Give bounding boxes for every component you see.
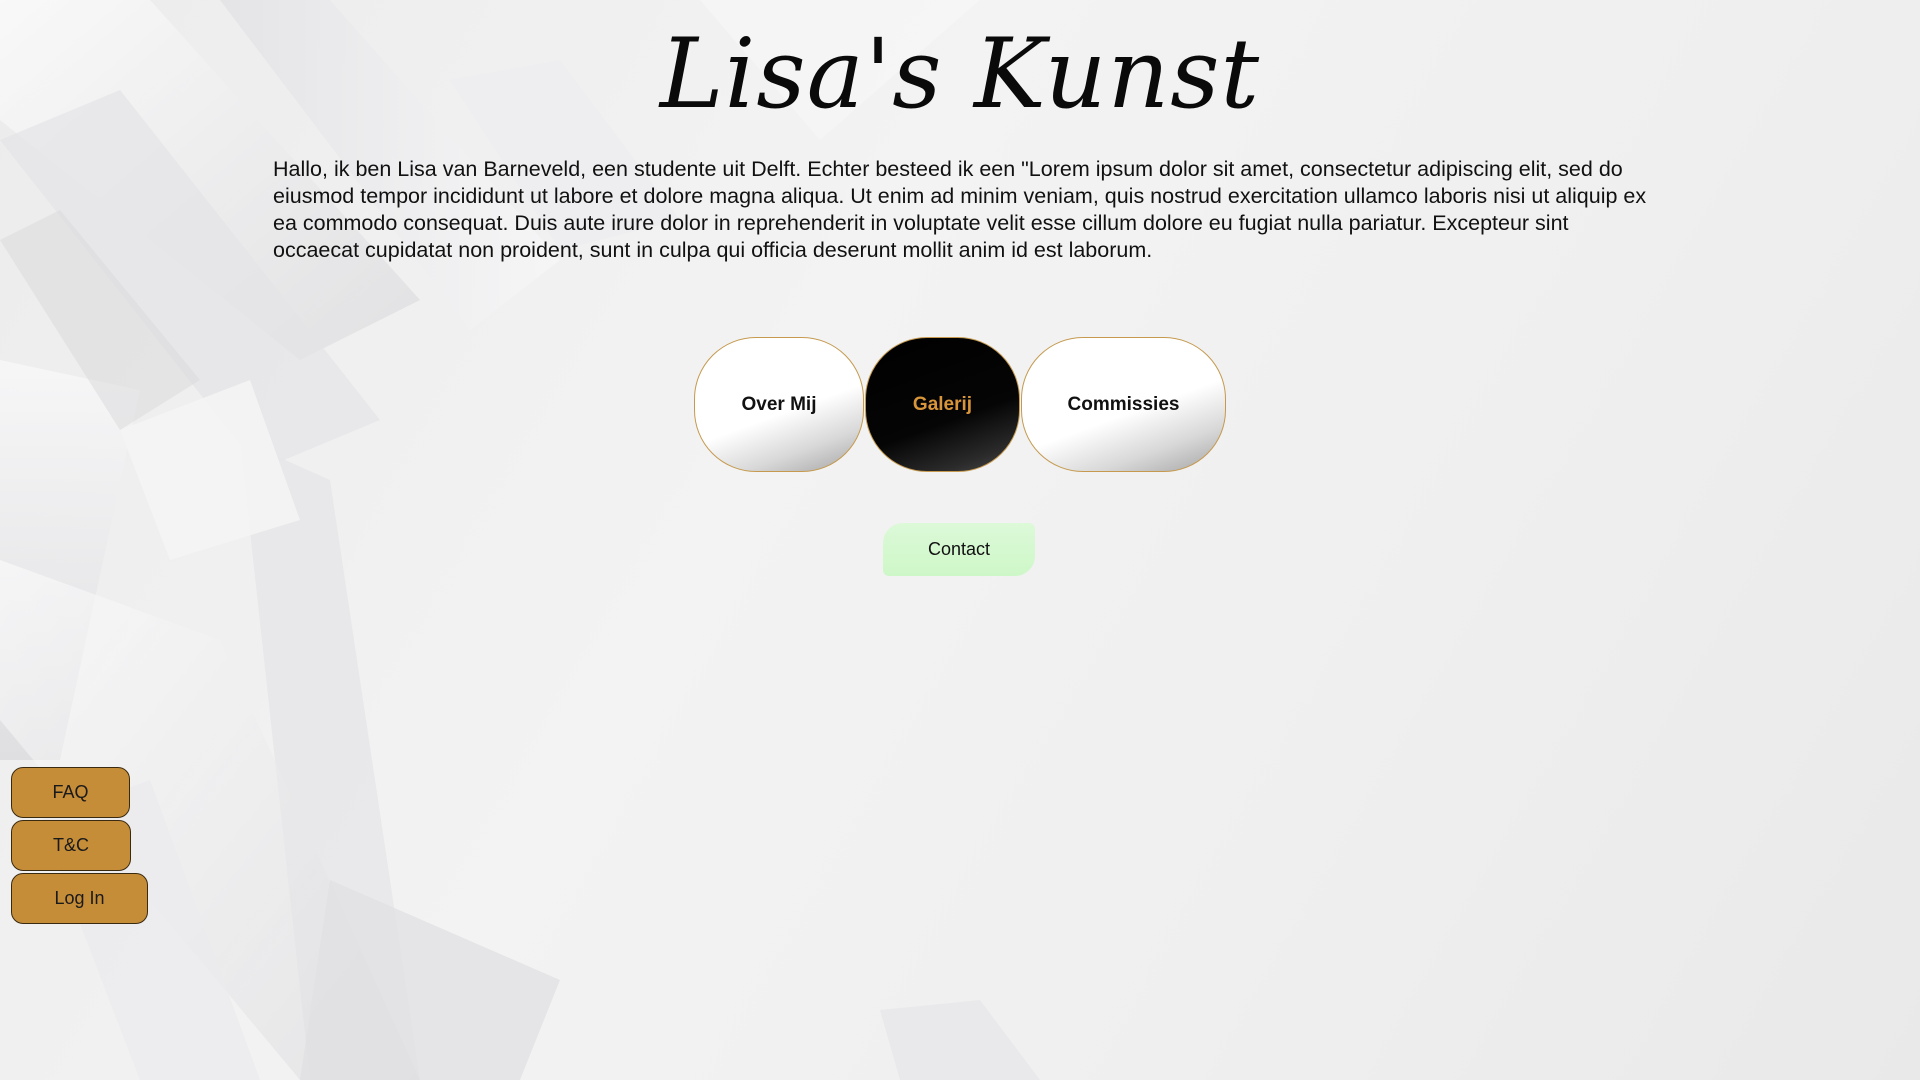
nav-button-label: Commissies xyxy=(1067,393,1180,415)
terms-button[interactable]: T&C xyxy=(11,820,131,871)
nav-button-label: Galerij xyxy=(912,393,973,415)
intro-paragraph: Hallo, ik ben Lisa van Barneveld, een st… xyxy=(273,157,1647,262)
faq-button-label: FAQ xyxy=(52,782,89,802)
contact-button-label: Contact xyxy=(927,539,991,559)
nav-button-over-mij[interactable]: Over Mij xyxy=(694,337,864,472)
faq-button[interactable]: FAQ xyxy=(11,767,130,818)
nav-button-commissies[interactable]: Commissies xyxy=(1021,337,1226,472)
contact-button[interactable]: Contact xyxy=(883,523,1035,576)
login-button-label: Log In xyxy=(54,888,105,908)
page-title: Lisa's Kunst xyxy=(659,18,1261,130)
nav-button-label: Over Mij xyxy=(741,393,817,415)
nav-button-galerij[interactable]: Galerij xyxy=(865,337,1020,472)
terms-button-label: T&C xyxy=(53,835,89,855)
login-button[interactable]: Log In xyxy=(11,873,148,924)
